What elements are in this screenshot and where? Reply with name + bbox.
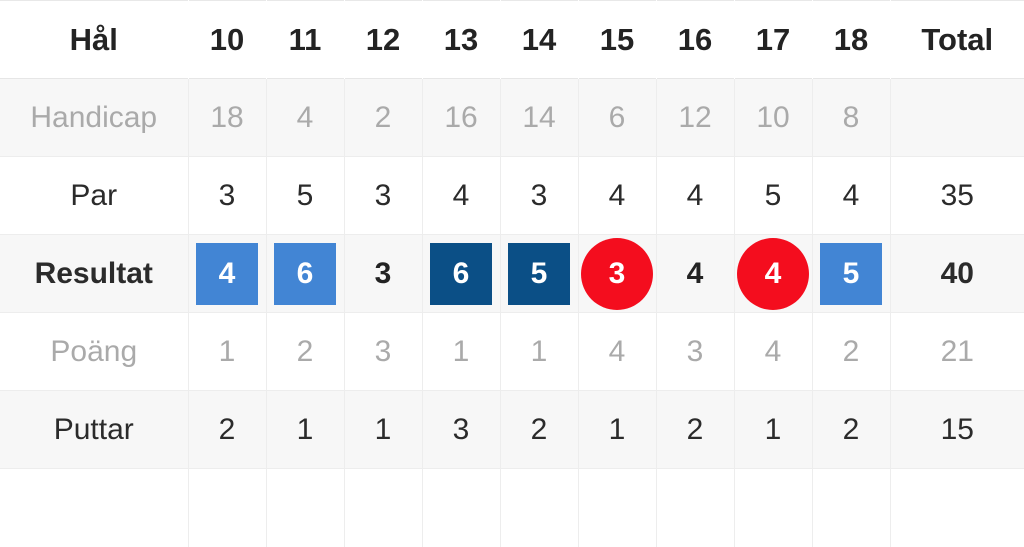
clipped-total	[890, 468, 1024, 547]
header-hole-17: 17	[734, 0, 812, 79]
score-marker-birdie-square: 5	[820, 242, 882, 305]
poang-hole-13: 1	[422, 312, 501, 391]
score-marker-double-square: 5	[508, 242, 570, 305]
row-label-resultat: Resultat	[0, 234, 189, 313]
handicap-total	[890, 78, 1024, 157]
header-hole-15: 15	[578, 0, 656, 79]
handicap-hole-10: 18	[188, 78, 267, 157]
par-hole-12: 3	[344, 156, 423, 235]
table-row-poang: Poäng 1 2 3 1 1 4 3 4 2 21	[0, 312, 1024, 391]
handicap-hole-13: 16	[422, 78, 501, 157]
poang-total: 21	[890, 312, 1024, 391]
puttar-total: 15	[890, 390, 1024, 469]
header-hole-16: 16	[656, 0, 734, 79]
poang-hole-11: 2	[266, 312, 345, 391]
header-hole-18: 18	[812, 0, 890, 79]
table-row-resultat: Resultat 4 6 3 6 5 3 4 4 5 40	[0, 234, 1024, 313]
row-label-puttar: Puttar	[0, 390, 189, 469]
par-hole-13: 4	[422, 156, 501, 235]
header-hole-14: 14	[500, 0, 578, 79]
poang-hole-15: 4	[578, 312, 657, 391]
golf-scorecard-table: Hål 10 11 12 13 14 15 16 17 18 Total Han…	[0, 0, 1024, 547]
poang-hole-14: 1	[500, 312, 579, 391]
table-row-handicap: Handicap 18 4 2 16 14 6 12 10 8	[0, 78, 1024, 157]
clipped-hole-10	[188, 468, 267, 547]
poang-hole-16: 3	[656, 312, 735, 391]
clipped-hole-15	[578, 468, 657, 547]
puttar-hole-10: 2	[188, 390, 267, 469]
resultat-hole-17[interactable]: 4	[734, 234, 813, 313]
score-marker-under-circle: 4	[737, 237, 809, 310]
resultat-hole-11[interactable]: 6	[266, 234, 345, 313]
resultat-hole-12[interactable]: 3	[344, 234, 423, 313]
handicap-hole-14: 14	[500, 78, 579, 157]
resultat-hole-10[interactable]: 4	[188, 234, 267, 313]
puttar-hole-17: 1	[734, 390, 813, 469]
resultat-hole-13[interactable]: 6	[422, 234, 501, 313]
par-hole-15: 4	[578, 156, 657, 235]
header-total: Total	[889, 0, 1024, 79]
clipped-hole-17	[734, 468, 813, 547]
puttar-hole-18: 2	[812, 390, 891, 469]
par-hole-10: 3	[188, 156, 267, 235]
table-row-puttar: Puttar 2 1 1 3 2 1 2 1 2 15	[0, 390, 1024, 469]
puttar-hole-15: 1	[578, 390, 657, 469]
header-label-hal: Hål	[0, 0, 188, 79]
header-hole-12: 12	[344, 0, 422, 79]
score-marker-par: 4	[686, 256, 704, 290]
handicap-hole-18: 8	[812, 78, 891, 157]
puttar-hole-12: 1	[344, 390, 423, 469]
row-label-handicap: Handicap	[0, 78, 189, 157]
poang-hole-10: 1	[188, 312, 267, 391]
score-marker-under-circle: 3	[581, 237, 653, 310]
par-hole-18: 4	[812, 156, 891, 235]
header-hole-10: 10	[187, 0, 266, 79]
par-hole-11: 5	[266, 156, 345, 235]
handicap-hole-16: 12	[656, 78, 735, 157]
clipped-hole-13	[422, 468, 501, 547]
handicap-hole-17: 10	[734, 78, 813, 157]
puttar-hole-14: 2	[500, 390, 579, 469]
score-marker-birdie-square: 4	[196, 242, 258, 305]
puttar-hole-16: 2	[656, 390, 735, 469]
par-total: 35	[890, 156, 1024, 235]
poang-hole-12: 3	[344, 312, 423, 391]
header-hole-11: 11	[266, 0, 344, 79]
table-row-par: Par 3 5 3 4 3 4 4 5 4 35	[0, 156, 1024, 235]
par-hole-17: 5	[734, 156, 813, 235]
poang-hole-17: 4	[734, 312, 813, 391]
resultat-hole-16[interactable]: 4	[656, 234, 735, 313]
puttar-hole-11: 1	[266, 390, 345, 469]
handicap-hole-15: 6	[578, 78, 657, 157]
clipped-hole-18	[812, 468, 891, 547]
poang-hole-18: 2	[812, 312, 891, 391]
header-hole-13: 13	[422, 0, 500, 79]
row-label-poang: Poäng	[0, 312, 189, 391]
resultat-total: 40	[890, 234, 1024, 313]
clipped-hole-16	[656, 468, 735, 547]
puttar-hole-13: 3	[422, 390, 501, 469]
row-label-par: Par	[0, 156, 189, 235]
par-hole-14: 3	[500, 156, 579, 235]
table-header-row: Hål 10 11 12 13 14 15 16 17 18 Total	[0, 0, 1024, 79]
resultat-hole-15[interactable]: 3	[578, 234, 657, 313]
clipped-hole-14	[500, 468, 579, 547]
table-row-clipped	[0, 468, 1024, 547]
resultat-hole-18[interactable]: 5	[812, 234, 891, 313]
resultat-hole-14[interactable]: 5	[500, 234, 579, 313]
row-label-clipped	[0, 468, 189, 547]
clipped-hole-11	[266, 468, 345, 547]
score-marker-par: 3	[374, 256, 392, 290]
clipped-hole-12	[344, 468, 423, 547]
par-hole-16: 4	[656, 156, 735, 235]
score-marker-birdie-square: 6	[274, 242, 336, 305]
score-marker-double-square: 6	[430, 242, 492, 305]
handicap-hole-11: 4	[266, 78, 345, 157]
handicap-hole-12: 2	[344, 78, 423, 157]
